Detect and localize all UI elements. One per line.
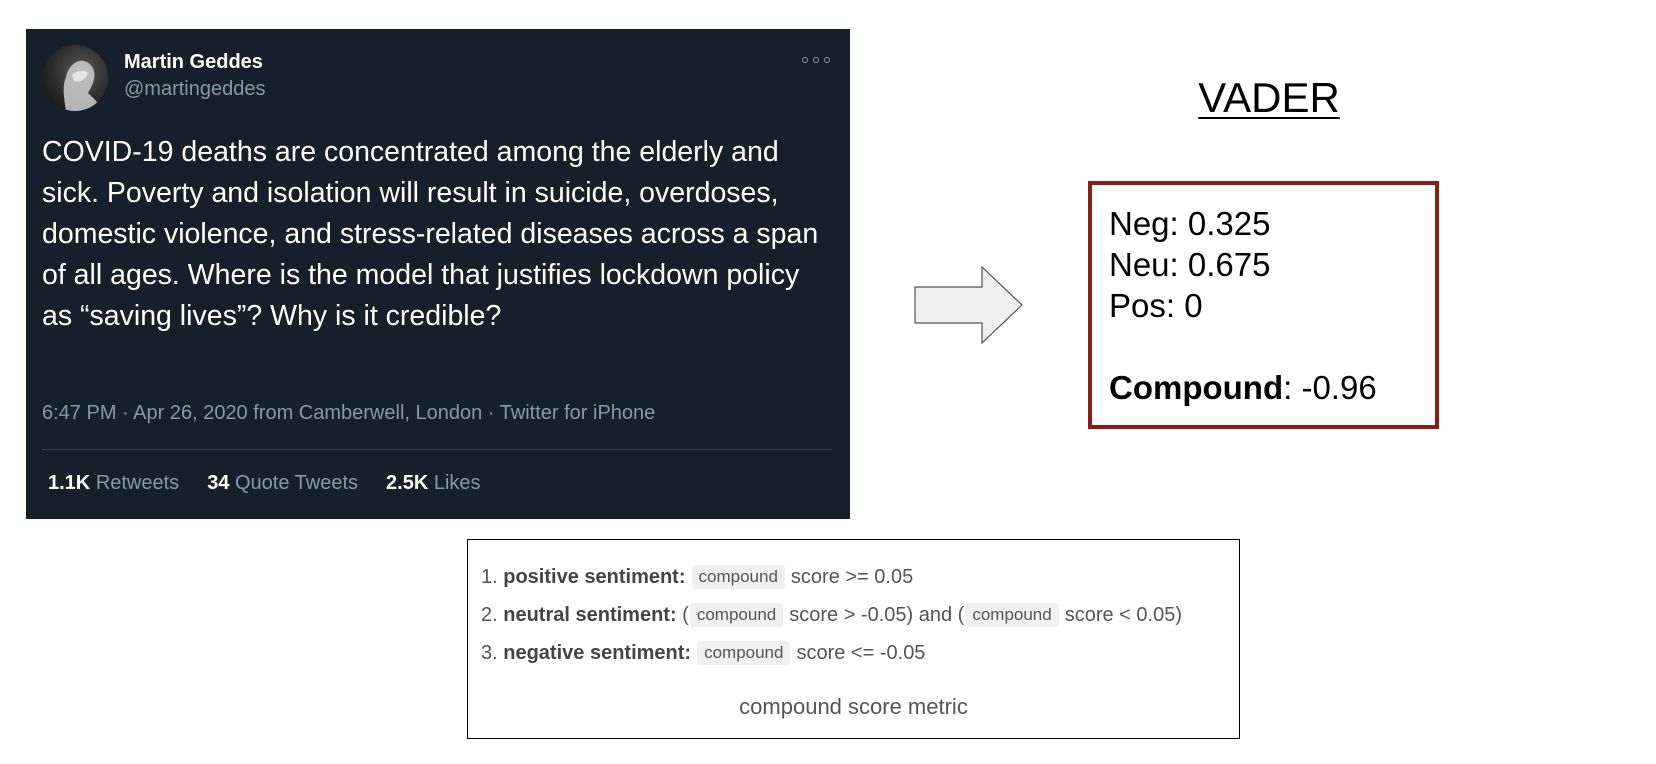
- pos-label: Pos: [1109, 287, 1166, 324]
- rule-number: 3.: [481, 641, 498, 664]
- likes-count: 2.5K: [386, 472, 429, 494]
- code-compound: compound: [697, 641, 791, 665]
- compound-score: Compound: -0.96: [1109, 369, 1377, 406]
- rule-paren: (: [682, 603, 689, 626]
- code-compound: compound: [691, 565, 785, 589]
- compound-metric-box: 1. positive sentiment: compound score >=…: [467, 539, 1240, 739]
- user-handle[interactable]: @martingeddes: [124, 78, 265, 101]
- compound-label: Compound: [1109, 369, 1284, 406]
- rule-condition: score < 0.05): [1064, 603, 1183, 626]
- rule-number: 2.: [481, 603, 498, 626]
- avatar[interactable]: [42, 45, 108, 111]
- rule-condition: score >= 0.05: [790, 565, 914, 588]
- pos-value: 0: [1184, 287, 1203, 324]
- rule-label: positive sentiment:: [503, 565, 686, 588]
- profile-photo-icon: [63, 60, 102, 111]
- dot: [824, 57, 830, 63]
- neu-value: 0.675: [1187, 246, 1271, 283]
- vader-title: VADER: [1198, 74, 1340, 121]
- rule-label: negative sentiment:: [503, 641, 692, 664]
- likes-label: Likes: [433, 472, 481, 494]
- rule-number: 1.: [481, 565, 498, 588]
- vader-scores-box: Neg: 0.325 Neu: 0.675 Pos: 0 Compound: -…: [1088, 181, 1439, 429]
- likes-stat[interactable]: 2.5K Likes: [386, 472, 481, 495]
- neg-score: Neg: 0.325: [1109, 205, 1271, 242]
- user-name[interactable]: Martin Geddes: [124, 51, 263, 74]
- tweet-stats: 1.1K Retweets 34 Quote Tweets 2.5K Likes: [48, 472, 481, 495]
- divider: [42, 449, 832, 450]
- neu-label: Neu: [1109, 246, 1170, 283]
- neu-score: Neu: 0.675: [1109, 246, 1271, 283]
- tweet-text: COVID-19 deaths are concentrated among t…: [42, 136, 819, 332]
- code-compound: compound: [689, 603, 784, 627]
- quotes-stat[interactable]: 34 Quote Tweets: [207, 472, 358, 495]
- rule-label: neutral sentiment:: [503, 603, 677, 626]
- metric-caption: compound score metric: [739, 694, 968, 719]
- neg-label: Neg: [1109, 205, 1170, 242]
- quotes-count: 34: [207, 472, 230, 494]
- compound-value: -0.96: [1301, 369, 1377, 406]
- retweets-count: 1.1K: [48, 472, 91, 494]
- rule-positive: 1. positive sentiment: compound score >=…: [481, 565, 913, 589]
- code-compound: compound: [965, 603, 1059, 627]
- rule-condition: score > -0.05) and (: [789, 603, 965, 626]
- tweet-timestamp[interactable]: 6:47 PM · Apr 26, 2020 from Camberwell, …: [42, 402, 655, 425]
- pos-score: Pos: 0: [1109, 287, 1203, 324]
- retweets-stat[interactable]: 1.1K Retweets: [48, 472, 179, 495]
- retweets-label: Retweets: [95, 472, 180, 494]
- dot: [813, 57, 819, 63]
- more-horizontal-icon[interactable]: [802, 52, 830, 68]
- tweet-card: Martin Geddes @martingeddes COVID-19 dea…: [26, 29, 850, 519]
- rule-neutral: 2. neutral sentiment: (compound score > …: [481, 603, 1182, 627]
- rule-negative: 3. negative sentiment: compound score <=…: [481, 641, 925, 665]
- right-arrow-icon: [914, 265, 1023, 345]
- figure: Martin Geddes @martingeddes COVID-19 dea…: [0, 0, 1656, 764]
- quotes-label: Quote Tweets: [235, 472, 359, 494]
- dot: [802, 57, 808, 63]
- neg-value: 0.325: [1187, 205, 1271, 242]
- rule-condition: score <= -0.05: [796, 641, 926, 664]
